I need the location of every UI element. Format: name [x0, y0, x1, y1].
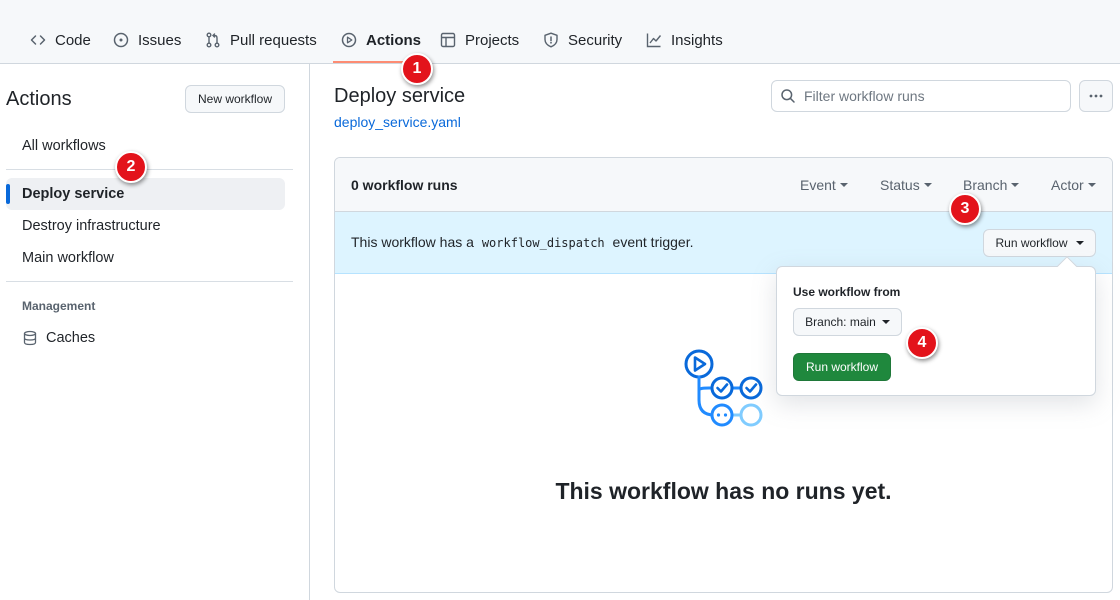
- event-filter-dropdown[interactable]: Event: [800, 177, 848, 193]
- dispatch-trigger-banner: This workflow has a workflow_dispatch ev…: [335, 212, 1112, 274]
- tab-label: Projects: [465, 31, 520, 49]
- caret-down-icon: [881, 320, 890, 324]
- dispatch-prefix: This workflow has a: [351, 234, 474, 250]
- caret-down-icon: [839, 183, 848, 187]
- tab-security[interactable]: Security: [543, 27, 622, 53]
- sidebar-item-all-workflows[interactable]: All workflows: [6, 130, 285, 162]
- run-workflow-dropdown-button[interactable]: Run workflow: [983, 229, 1096, 257]
- filter-label: Status: [880, 177, 920, 193]
- tab-label: Issues: [138, 31, 182, 49]
- runs-header: 0 workflow runs Event Status Branch Acto…: [335, 158, 1112, 212]
- play-icon: [341, 32, 357, 48]
- sidebar-divider: [6, 169, 293, 170]
- sidebar-item-label: Destroy infrastructure: [22, 218, 161, 234]
- sidebar-item-label: Deploy service: [22, 186, 125, 202]
- annotation-badge-3: 3: [949, 193, 981, 225]
- repo-nav: Code Issues Pull requests Actions Projec…: [0, 0, 1120, 64]
- branch-select-button[interactable]: Branch: main: [793, 308, 902, 336]
- code-icon: [30, 35, 46, 45]
- sidebar-title: Actions: [6, 88, 72, 110]
- run-workflow-submit-button[interactable]: Run workflow: [793, 353, 891, 381]
- workflow-file-link[interactable]: deploy_service.yaml: [334, 114, 461, 130]
- kebab-horizontal-icon: [1089, 94, 1103, 98]
- tab-label: Pull requests: [230, 31, 317, 49]
- branch-filter-dropdown[interactable]: Branch: [963, 177, 1020, 193]
- filter-input[interactable]: [804, 88, 1064, 104]
- filter-label: Actor: [1051, 177, 1084, 193]
- caret-down-icon: [1011, 183, 1020, 187]
- annotation-badge-1: 1: [401, 53, 433, 85]
- tab-insights[interactable]: Insights: [646, 27, 723, 53]
- annotation-badge-2: 2: [115, 151, 147, 183]
- tab-label: Actions: [366, 31, 422, 49]
- pull-request-icon: [206, 32, 220, 48]
- actor-filter-dropdown[interactable]: Actor: [1051, 177, 1096, 193]
- sidebar-item-caches[interactable]: Caches: [22, 328, 95, 348]
- tab-projects[interactable]: Projects: [440, 27, 519, 53]
- filter-label: Event: [800, 177, 836, 193]
- sidebar-item-main-workflow[interactable]: Main workflow: [6, 242, 285, 274]
- sidebar-item-label: All workflows: [22, 138, 106, 154]
- run-workflow-popover: Use workflow from Branch: main Run workf…: [776, 266, 1096, 396]
- popover-label: Use workflow from: [793, 285, 901, 299]
- workflow-title: Deploy service: [334, 85, 466, 107]
- empty-state-title: This workflow has no runs yet.: [555, 478, 892, 504]
- new-workflow-button[interactable]: New workflow: [185, 85, 285, 113]
- database-icon: [23, 330, 37, 346]
- search-icon: [781, 89, 795, 103]
- table-icon: [440, 32, 456, 48]
- annotation-badge-4: 4: [906, 327, 938, 359]
- tab-code[interactable]: Code: [30, 27, 91, 53]
- status-filter-dropdown[interactable]: Status: [880, 177, 932, 193]
- sidebar-divider: [6, 281, 293, 282]
- dispatch-suffix: event trigger.: [612, 234, 694, 250]
- sidebar-item-destroy-infrastructure[interactable]: Destroy infrastructure: [6, 210, 285, 242]
- dispatch-code: workflow_dispatch: [481, 236, 605, 250]
- actions-sidebar: Actions New workflow All workflows Deplo…: [0, 64, 310, 600]
- dispatch-message: This workflow has a workflow_dispatch ev…: [351, 234, 693, 250]
- sidebar-item-deploy-service[interactable]: Deploy service: [6, 178, 285, 210]
- sidebar-section-management: Management: [22, 299, 96, 313]
- tab-label: Security: [568, 31, 623, 49]
- more-options-button[interactable]: [1079, 80, 1113, 112]
- shield-icon: [544, 32, 558, 48]
- runs-count: 0 workflow runs: [351, 177, 458, 193]
- tab-issues[interactable]: Issues: [113, 27, 181, 53]
- sidebar-item-label: Main workflow: [22, 250, 114, 266]
- tab-label: Code: [55, 31, 91, 49]
- run-workflow-label: Run workflow: [995, 236, 1068, 250]
- graph-icon: [646, 33, 662, 48]
- caret-down-icon: [923, 183, 932, 187]
- tab-label: Insights: [671, 31, 723, 49]
- tab-actions[interactable]: Actions: [341, 27, 421, 53]
- caret-down-icon: [1075, 241, 1084, 245]
- issue-icon: [113, 32, 129, 48]
- caches-label: Caches: [46, 330, 96, 346]
- caret-down-icon: [1087, 183, 1096, 187]
- filter-label: Branch: [963, 177, 1008, 193]
- branch-label: Branch: main: [805, 315, 876, 329]
- filter-workflow-runs[interactable]: [771, 80, 1071, 112]
- tab-pull-requests[interactable]: Pull requests: [205, 27, 317, 53]
- workflow-illustration-icon: [684, 349, 763, 427]
